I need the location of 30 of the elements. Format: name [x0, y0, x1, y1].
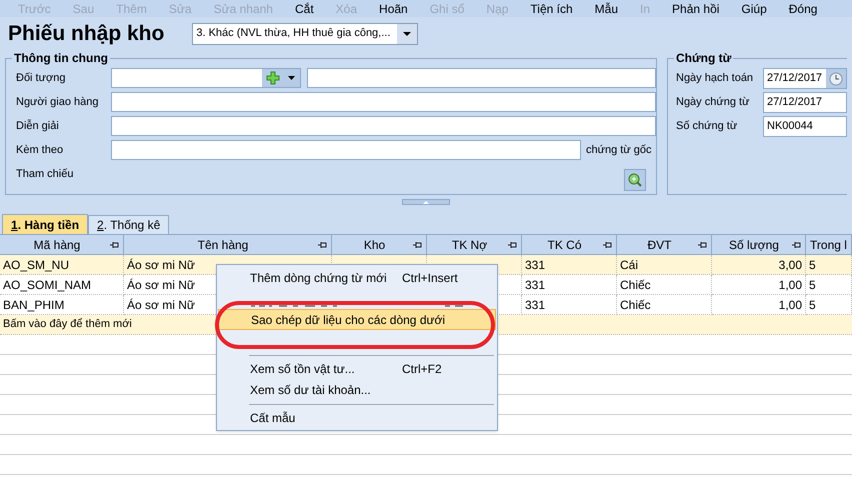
table-cell-text: 331 [525, 256, 546, 274]
field-label: Người giao hàng [16, 94, 100, 110]
field-label: Diễn giải [16, 118, 60, 134]
field-suffix: chứng từ gốc [586, 142, 652, 158]
table-cell-text: Chiếc [620, 296, 651, 314]
table-cell-text: 331 [525, 276, 546, 294]
table-cell-text: Áo sơ mi Nữ [127, 296, 195, 314]
table-cell-text: 5 [809, 296, 816, 314]
table-cell-text: 1,00 [778, 296, 802, 314]
field-label: Ngày chứng từ [676, 95, 750, 110]
group-title: Thông tin chung [12, 51, 110, 65]
field-label: Tham chiếu [16, 166, 74, 182]
table-cell-text: Cái [620, 256, 638, 274]
table-cell-text: 3,00 [778, 256, 802, 274]
table-cell-text: 5 [809, 276, 816, 294]
group-title: Chứng từ [674, 51, 734, 65]
page-title: Phiếu nhập kho [8, 20, 164, 47]
table-cell-text: Áo sơ mi Nữ [127, 276, 195, 294]
table-cell-text: 5 [809, 256, 816, 274]
table-cell-text: AO_SM_NU [3, 256, 70, 274]
field-label: Kèm theo [16, 142, 64, 158]
field-label: Ngày hạch toán [676, 71, 754, 86]
table-cell-text: Áo sơ mi Nữ [127, 256, 195, 274]
table-cell-text: AO_SOMI_NAM [3, 276, 92, 294]
field-label: Số chứng từ [676, 119, 738, 134]
table-cell-text: 331 [525, 296, 546, 314]
table-cell-text: 1,00 [778, 276, 802, 294]
table-cell-text: BAN_PHIM [3, 296, 64, 314]
table-cell-text: Chiếc [620, 276, 651, 294]
field-label: Đối tượng [16, 70, 66, 86]
